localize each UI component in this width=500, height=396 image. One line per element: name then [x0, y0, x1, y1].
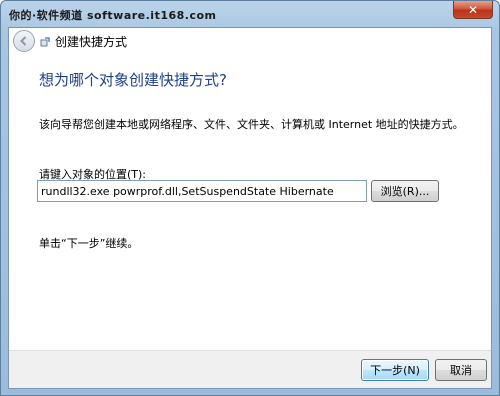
next-button[interactable]: 下一步(N) — [361, 359, 429, 381]
page-heading: 想为哪个对象创建快捷方式? — [39, 71, 227, 89]
wizard-client-area: 创建快捷方式 想为哪个对象创建快捷方式? 该向导帮您创建本地或网络程序、文件、文… — [8, 27, 492, 389]
continue-hint: 单击“下一步”继续。 — [39, 237, 139, 250]
wizard-window: 你的·软件频道 software.it168.com ✕ 创建快捷方式 想为哪个… — [0, 0, 500, 396]
wizard-footer: 下一步(N) 取消 — [9, 350, 491, 388]
location-input[interactable] — [37, 180, 367, 202]
wizard-icon — [40, 37, 50, 47]
close-button[interactable]: ✕ — [453, 1, 493, 19]
close-icon: ✕ — [467, 2, 479, 17]
browse-button[interactable]: 浏览(R)... — [371, 180, 439, 202]
page-description: 该向导帮您创建本地或网络程序、文件、文件夹、计算机或 Internet 地址的快… — [39, 118, 464, 131]
title-bar: 你的·软件频道 software.it168.com ✕ — [1, 1, 499, 27]
back-button[interactable] — [13, 30, 35, 52]
watermark-text: 你的·软件频道 software.it168.com — [9, 9, 217, 22]
nav-bar: 创建快捷方式 — [9, 28, 491, 55]
wizard-title: 创建快捷方式 — [55, 35, 128, 49]
back-arrow-icon — [20, 36, 27, 46]
cancel-button[interactable]: 取消 — [435, 359, 487, 381]
